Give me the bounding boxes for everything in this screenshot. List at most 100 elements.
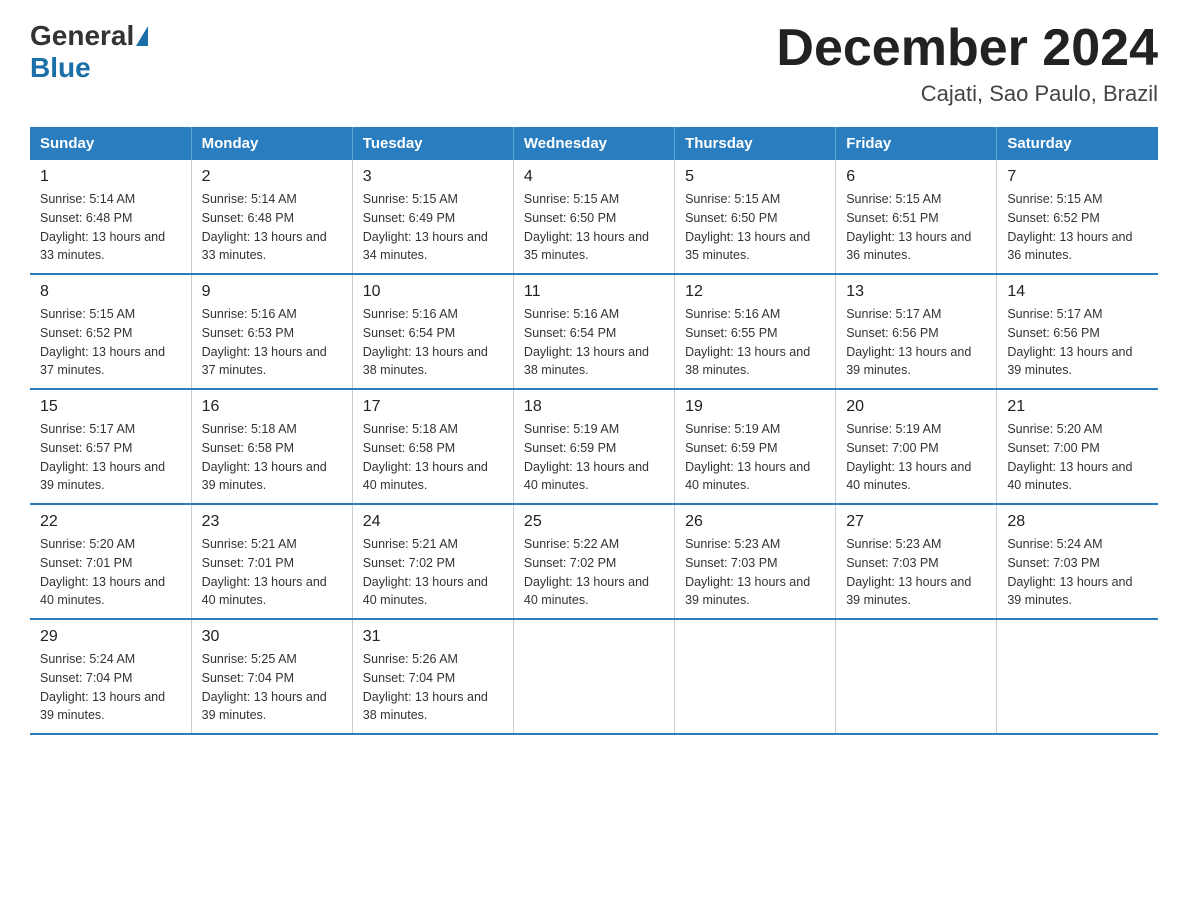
day-number: 18 (524, 398, 664, 416)
header-saturday: Saturday (997, 127, 1158, 160)
day-number: 31 (363, 628, 503, 646)
calendar-day-cell: 18 Sunrise: 5:19 AMSunset: 6:59 PMDaylig… (513, 389, 674, 504)
calendar-day-cell: 28 Sunrise: 5:24 AMSunset: 7:03 PMDaylig… (997, 504, 1158, 619)
calendar-day-cell: 2 Sunrise: 5:14 AMSunset: 6:48 PMDayligh… (191, 160, 352, 274)
day-number: 3 (363, 168, 503, 186)
calendar-day-cell: 29 Sunrise: 5:24 AMSunset: 7:04 PMDaylig… (30, 619, 191, 734)
day-number: 14 (1007, 283, 1148, 301)
day-info: Sunrise: 5:19 AMSunset: 6:59 PMDaylight:… (685, 422, 810, 492)
calendar-day-cell: 9 Sunrise: 5:16 AMSunset: 6:53 PMDayligh… (191, 274, 352, 389)
calendar-day-cell: 5 Sunrise: 5:15 AMSunset: 6:50 PMDayligh… (675, 160, 836, 274)
calendar-day-cell: 25 Sunrise: 5:22 AMSunset: 7:02 PMDaylig… (513, 504, 674, 619)
calendar-day-cell: 24 Sunrise: 5:21 AMSunset: 7:02 PMDaylig… (352, 504, 513, 619)
day-info: Sunrise: 5:14 AMSunset: 6:48 PMDaylight:… (40, 192, 165, 262)
day-number: 1 (40, 168, 181, 186)
page-header: General Blue December 2024 Cajati, Sao P… (30, 20, 1158, 107)
day-number: 10 (363, 283, 503, 301)
day-number: 22 (40, 513, 181, 531)
calendar-day-cell: 7 Sunrise: 5:15 AMSunset: 6:52 PMDayligh… (997, 160, 1158, 274)
day-info: Sunrise: 5:24 AMSunset: 7:04 PMDaylight:… (40, 652, 165, 722)
day-info: Sunrise: 5:21 AMSunset: 7:02 PMDaylight:… (363, 537, 488, 607)
day-info: Sunrise: 5:19 AMSunset: 6:59 PMDaylight:… (524, 422, 649, 492)
calendar-day-cell: 17 Sunrise: 5:18 AMSunset: 6:58 PMDaylig… (352, 389, 513, 504)
day-info: Sunrise: 5:15 AMSunset: 6:49 PMDaylight:… (363, 192, 488, 262)
calendar-day-cell (997, 619, 1158, 734)
day-number: 23 (202, 513, 342, 531)
day-number: 7 (1007, 168, 1148, 186)
day-number: 15 (40, 398, 181, 416)
calendar-day-cell: 6 Sunrise: 5:15 AMSunset: 6:51 PMDayligh… (836, 160, 997, 274)
calendar-week-row: 8 Sunrise: 5:15 AMSunset: 6:52 PMDayligh… (30, 274, 1158, 389)
day-number: 21 (1007, 398, 1148, 416)
day-number: 24 (363, 513, 503, 531)
calendar-day-cell: 11 Sunrise: 5:16 AMSunset: 6:54 PMDaylig… (513, 274, 674, 389)
calendar-week-row: 15 Sunrise: 5:17 AMSunset: 6:57 PMDaylig… (30, 389, 1158, 504)
day-info: Sunrise: 5:21 AMSunset: 7:01 PMDaylight:… (202, 537, 327, 607)
day-info: Sunrise: 5:24 AMSunset: 7:03 PMDaylight:… (1007, 537, 1132, 607)
calendar-week-row: 1 Sunrise: 5:14 AMSunset: 6:48 PMDayligh… (30, 160, 1158, 274)
day-number: 9 (202, 283, 342, 301)
calendar-day-cell: 1 Sunrise: 5:14 AMSunset: 6:48 PMDayligh… (30, 160, 191, 274)
day-info: Sunrise: 5:16 AMSunset: 6:55 PMDaylight:… (685, 307, 810, 377)
calendar-day-cell: 16 Sunrise: 5:18 AMSunset: 6:58 PMDaylig… (191, 389, 352, 504)
day-number: 8 (40, 283, 181, 301)
day-number: 28 (1007, 513, 1148, 531)
calendar-day-cell: 12 Sunrise: 5:16 AMSunset: 6:55 PMDaylig… (675, 274, 836, 389)
day-number: 4 (524, 168, 664, 186)
day-info: Sunrise: 5:20 AMSunset: 7:00 PMDaylight:… (1007, 422, 1132, 492)
day-info: Sunrise: 5:17 AMSunset: 6:56 PMDaylight:… (1007, 307, 1132, 377)
day-info: Sunrise: 5:20 AMSunset: 7:01 PMDaylight:… (40, 537, 165, 607)
calendar-week-row: 22 Sunrise: 5:20 AMSunset: 7:01 PMDaylig… (30, 504, 1158, 619)
day-info: Sunrise: 5:17 AMSunset: 6:57 PMDaylight:… (40, 422, 165, 492)
day-number: 16 (202, 398, 342, 416)
calendar-day-cell: 13 Sunrise: 5:17 AMSunset: 6:56 PMDaylig… (836, 274, 997, 389)
day-info: Sunrise: 5:15 AMSunset: 6:52 PMDaylight:… (40, 307, 165, 377)
calendar-subtitle: Cajati, Sao Paulo, Brazil (776, 81, 1158, 107)
day-number: 30 (202, 628, 342, 646)
day-info: Sunrise: 5:15 AMSunset: 6:52 PMDaylight:… (1007, 192, 1132, 262)
calendar-day-cell: 30 Sunrise: 5:25 AMSunset: 7:04 PMDaylig… (191, 619, 352, 734)
day-info: Sunrise: 5:18 AMSunset: 6:58 PMDaylight:… (363, 422, 488, 492)
day-info: Sunrise: 5:15 AMSunset: 6:50 PMDaylight:… (685, 192, 810, 262)
header-sunday: Sunday (30, 127, 191, 160)
day-number: 25 (524, 513, 664, 531)
day-info: Sunrise: 5:17 AMSunset: 6:56 PMDaylight:… (846, 307, 971, 377)
calendar-day-cell: 31 Sunrise: 5:26 AMSunset: 7:04 PMDaylig… (352, 619, 513, 734)
calendar-table: SundayMondayTuesdayWednesdayThursdayFrid… (30, 127, 1158, 735)
day-info: Sunrise: 5:18 AMSunset: 6:58 PMDaylight:… (202, 422, 327, 492)
title-section: December 2024 Cajati, Sao Paulo, Brazil (776, 20, 1158, 107)
day-info: Sunrise: 5:23 AMSunset: 7:03 PMDaylight:… (846, 537, 971, 607)
day-info: Sunrise: 5:15 AMSunset: 6:50 PMDaylight:… (524, 192, 649, 262)
calendar-day-cell: 26 Sunrise: 5:23 AMSunset: 7:03 PMDaylig… (675, 504, 836, 619)
logo-triangle-icon (136, 26, 148, 46)
day-number: 19 (685, 398, 825, 416)
calendar-day-cell: 8 Sunrise: 5:15 AMSunset: 6:52 PMDayligh… (30, 274, 191, 389)
day-info: Sunrise: 5:15 AMSunset: 6:51 PMDaylight:… (846, 192, 971, 262)
logo: General Blue (30, 20, 150, 84)
header-wednesday: Wednesday (513, 127, 674, 160)
logo-blue-text: Blue (30, 52, 91, 83)
calendar-day-cell: 23 Sunrise: 5:21 AMSunset: 7:01 PMDaylig… (191, 504, 352, 619)
day-number: 2 (202, 168, 342, 186)
day-info: Sunrise: 5:22 AMSunset: 7:02 PMDaylight:… (524, 537, 649, 607)
header-tuesday: Tuesday (352, 127, 513, 160)
calendar-day-cell (836, 619, 997, 734)
day-info: Sunrise: 5:25 AMSunset: 7:04 PMDaylight:… (202, 652, 327, 722)
calendar-day-cell: 20 Sunrise: 5:19 AMSunset: 7:00 PMDaylig… (836, 389, 997, 504)
calendar-day-cell: 27 Sunrise: 5:23 AMSunset: 7:03 PMDaylig… (836, 504, 997, 619)
day-number: 11 (524, 283, 664, 301)
logo-general-text: General (30, 20, 134, 52)
day-number: 5 (685, 168, 825, 186)
calendar-day-cell: 15 Sunrise: 5:17 AMSunset: 6:57 PMDaylig… (30, 389, 191, 504)
calendar-day-cell: 22 Sunrise: 5:20 AMSunset: 7:01 PMDaylig… (30, 504, 191, 619)
calendar-day-cell: 14 Sunrise: 5:17 AMSunset: 6:56 PMDaylig… (997, 274, 1158, 389)
day-number: 6 (846, 168, 986, 186)
day-number: 17 (363, 398, 503, 416)
day-info: Sunrise: 5:26 AMSunset: 7:04 PMDaylight:… (363, 652, 488, 722)
day-info: Sunrise: 5:16 AMSunset: 6:54 PMDaylight:… (524, 307, 649, 377)
calendar-day-cell: 4 Sunrise: 5:15 AMSunset: 6:50 PMDayligh… (513, 160, 674, 274)
day-info: Sunrise: 5:23 AMSunset: 7:03 PMDaylight:… (685, 537, 810, 607)
day-number: 20 (846, 398, 986, 416)
day-info: Sunrise: 5:16 AMSunset: 6:53 PMDaylight:… (202, 307, 327, 377)
day-number: 13 (846, 283, 986, 301)
